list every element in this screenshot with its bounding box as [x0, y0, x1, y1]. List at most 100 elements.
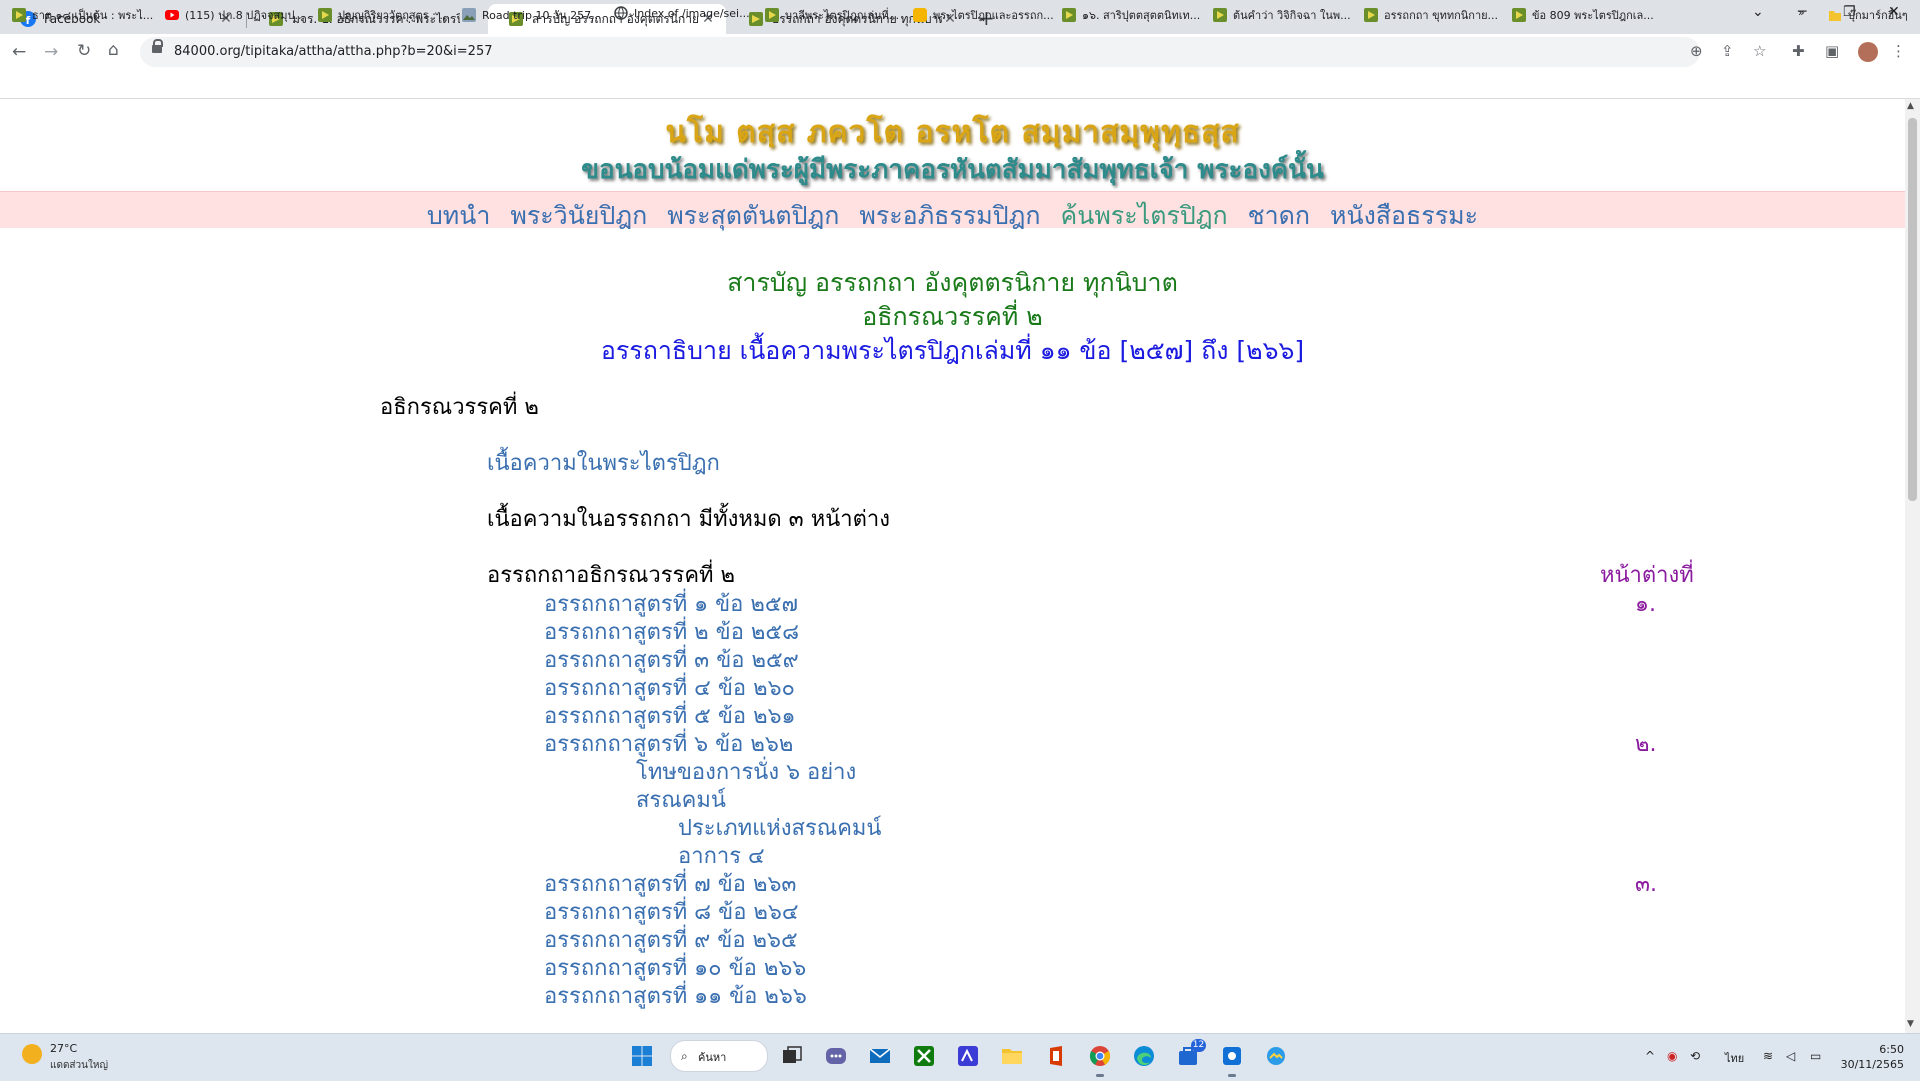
- page-explanation: อรรถาธิบาย เนื้อความพระไตรปิฎกเล่มที่ ๑๑…: [600, 336, 1305, 365]
- nav-suttanta[interactable]: พระสุตตันตปิฎก: [667, 201, 839, 230]
- bookmark-label: อรรถกถา ขุททกนิกาย...: [1384, 9, 1499, 22]
- more-bookmarks-chevron: »: [1798, 6, 1805, 19]
- nav-intro[interactable]: บทนำ: [427, 201, 490, 230]
- bookmark-item[interactable]: ข้อ 809 พระไตรปิฎกเล...: [1512, 6, 1654, 24]
- window-number-link[interactable]: ๒.: [1635, 726, 1657, 761]
- header-thai-homage: ขอนอบน้อมแด่พระผู้มีพระภาคอรหันตสัมมาสัม…: [581, 155, 1324, 185]
- input-language[interactable]: ไทย: [1725, 1049, 1744, 1067]
- start-windows-icon[interactable]: [630, 1044, 654, 1068]
- tipitaka-icon: [1512, 8, 1526, 22]
- side-panel-icon[interactable]: ▣: [1825, 42, 1839, 60]
- back-arrow-icon[interactable]: ←: [12, 42, 26, 62]
- app-running-indicator: [1228, 1074, 1236, 1077]
- mail-icon[interactable]: [868, 1044, 892, 1068]
- youtube-icon: [165, 10, 179, 20]
- nav-jataka[interactable]: ชาดก: [1248, 201, 1310, 230]
- volume-icon[interactable]: ◁: [1786, 1049, 1795, 1063]
- tray-security-icon[interactable]: ◉: [1667, 1049, 1677, 1063]
- bookmark-label: Index of /image/sei...: [634, 6, 750, 20]
- tipitaka-icon: [765, 8, 779, 22]
- bookmark-label: ธาตุ ๑๘ เป็นต้น : พระไ...: [32, 9, 154, 22]
- url-text[interactable]: 84000.org/tipitaka/attha/attha.php?b=20&…: [174, 44, 493, 59]
- bookmark-item[interactable]: ๑๖. สาริปุตตสุตตนิทเท...: [1062, 6, 1200, 24]
- profile-avatar[interactable]: [1858, 42, 1878, 62]
- bookmark-item[interactable]: บาลีพระไตรปิฎกเล่มที่...: [765, 6, 899, 24]
- calendar-app-icon[interactable]: [1220, 1044, 1244, 1068]
- photos-app-icon[interactable]: [1264, 1044, 1288, 1068]
- file-explorer-icon[interactable]: [1000, 1044, 1024, 1068]
- bookmark-item[interactable]: พระไตรปิฎกและอรรถก...: [913, 6, 1054, 24]
- home-icon[interactable]: ⌂: [108, 40, 119, 60]
- site-nav-links: บทนำ พระวินัยปิฎก พระสุตตันตปิฎก พระอภิธ…: [0, 196, 1905, 236]
- weather-sun-icon[interactable]: [22, 1044, 42, 1064]
- lock-icon[interactable]: [152, 39, 163, 53]
- tipitaka-icon: [318, 8, 332, 22]
- bookmark-label: บุ๊กมาร์กอื่นๆ: [1848, 9, 1908, 22]
- contents-entry-link[interactable]: อรรถกถาสูตรที่ ๑๑ ข้อ ๒๖๖: [544, 978, 807, 1013]
- atthakatha-count: เนื้อความในอรรถกถา มีทั้งหมด ๓ หน้าต่าง: [487, 507, 890, 532]
- tab-search-chevron-icon[interactable]: ⌄: [1752, 4, 1764, 20]
- scroll-up-arrow-icon[interactable]: ▲: [1907, 101, 1914, 111]
- tipitaka-icon: [1213, 8, 1227, 22]
- bookmark-item[interactable]: อรรถกถา ขุททกนิกาย...: [1364, 6, 1498, 24]
- weather-temperature[interactable]: 27°C: [50, 1042, 77, 1055]
- tray-chevron-up-icon[interactable]: ^: [1645, 1049, 1655, 1063]
- tipitaka-icon: [1364, 8, 1378, 22]
- folder-icon: [1829, 11, 1841, 21]
- forward-arrow-icon[interactable]: →: [44, 42, 58, 62]
- clock-time: 6:50: [1879, 1043, 1904, 1056]
- window-number-link[interactable]: ๓.: [1635, 866, 1657, 901]
- menu-kebab-icon[interactable]: ⋮: [1891, 42, 1906, 60]
- nav-vinaya[interactable]: พระวินัยปิฎก: [510, 201, 647, 230]
- taskbar-search-label: ค้นหา: [698, 1051, 727, 1064]
- tipitaka-icon: [749, 12, 763, 26]
- more-bookmarks-button[interactable]: »: [1798, 6, 1805, 19]
- edge-icon[interactable]: [1132, 1044, 1156, 1068]
- globe-icon: [614, 6, 628, 20]
- zoom-icon[interactable]: ⊕: [1690, 42, 1703, 60]
- bookmark-label: Road trip 10 วัน 257...: [482, 9, 602, 22]
- section-heading: อธิกรณวรรคที่ ๒: [380, 395, 539, 420]
- share-icon[interactable]: ⇪: [1721, 42, 1734, 60]
- system-clock[interactable]: 6:50 30/11/2565: [1840, 1042, 1904, 1072]
- web-page: นโม ตสฺส ภควโต อรหโต สมฺมาสมฺพุทฺธสฺส ขอ…: [0, 99, 1905, 1033]
- battery-icon[interactable]: ▭: [1810, 1049, 1821, 1063]
- bookmark-item[interactable]: ต้นคำว่า วิจิกิจฉา ในพ...: [1213, 6, 1351, 24]
- notification-badge: 12: [1191, 1039, 1206, 1052]
- bookmark-item[interactable]: Index of /image/sei...: [614, 6, 750, 20]
- folder-yellow-icon: [913, 8, 927, 22]
- nav-dhamma-books[interactable]: หนังสือธรรมะ: [1330, 201, 1478, 230]
- wifi-icon[interactable]: ≋: [1763, 1049, 1773, 1063]
- bookmarks-bar: [0, 70, 1920, 99]
- bookmark-label: ข้อ 809 พระไตรปิฎกเล...: [1532, 9, 1654, 22]
- extensions-puzzle-icon[interactable]: ✚: [1792, 42, 1805, 60]
- tray-sync-icon[interactable]: ⟲: [1690, 1049, 1700, 1063]
- sutta-text-link[interactable]: เนื้อความในพระไตรปิฎก: [487, 445, 720, 480]
- bookmark-item[interactable]: (115) ปภ.8 ปฏิจจสมุป...: [165, 6, 305, 24]
- search-icon: ⌕: [681, 1049, 688, 1063]
- nav-abhidhamma[interactable]: พระอภิธรรมปิฎก: [859, 201, 1040, 230]
- chrome-icon[interactable]: [1088, 1044, 1112, 1068]
- office-icon[interactable]: [1044, 1044, 1068, 1068]
- scroll-down-arrow-icon[interactable]: ▼: [1907, 1019, 1914, 1029]
- task-view-icon[interactable]: [780, 1044, 804, 1068]
- weather-description[interactable]: แดดส่วนใหญ่: [50, 1058, 108, 1073]
- bookmark-label: บาลีพระไตรปิฎกเล่มที่...: [785, 9, 900, 22]
- xbox-icon[interactable]: [912, 1044, 936, 1068]
- tipitaka-icon: [1062, 8, 1076, 22]
- reload-icon[interactable]: ↻: [77, 41, 91, 61]
- scrollbar-thumb[interactable]: [1908, 118, 1917, 501]
- other-bookmarks-folder[interactable]: บุ๊กมาร์กอื่นๆ: [1828, 6, 1908, 24]
- bookmark-item[interactable]: ธาตุ ๑๘ เป็นต้น : พระไ...: [12, 6, 153, 24]
- bookmark-label: ต้นคำว่า วิจิกิจฉา ในพ...: [1233, 9, 1351, 22]
- tipitaka-icon: [12, 8, 26, 22]
- teams-chat-icon[interactable]: [824, 1044, 848, 1068]
- bookmark-item[interactable]: ปุญญกิริยาวัตถุสูตร : ...: [318, 6, 450, 24]
- editor-app-icon[interactable]: [956, 1044, 980, 1068]
- window-number-link[interactable]: ๑.: [1635, 586, 1656, 621]
- bookmark-label: (115) ปภ.8 ปฏิจจสมุป...: [185, 9, 305, 22]
- map-photo-icon: [462, 8, 476, 22]
- bookmark-item[interactable]: Road trip 10 วัน 257...: [462, 6, 602, 24]
- bookmark-star-icon[interactable]: ☆: [1753, 42, 1766, 60]
- nav-search[interactable]: ค้นพระไตรปิฎก: [1061, 201, 1228, 230]
